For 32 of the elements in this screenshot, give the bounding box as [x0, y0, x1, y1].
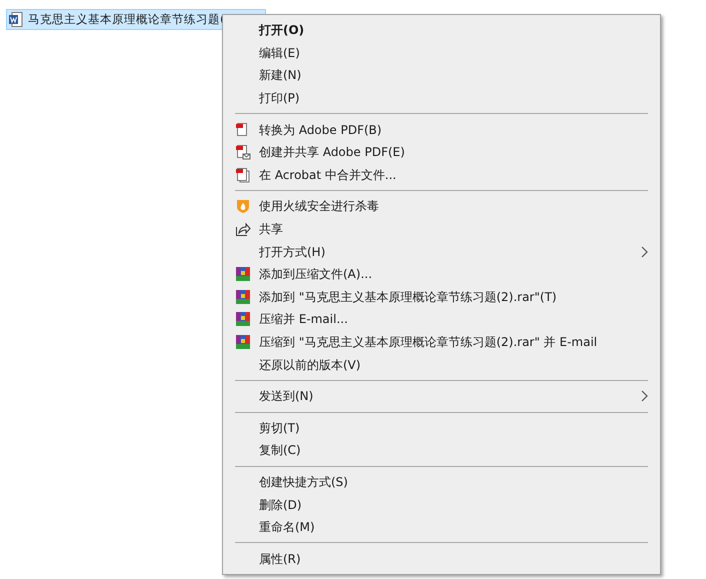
menu-item[interactable]: 打开方式(H) [225, 240, 658, 263]
word-document-icon [9, 12, 23, 27]
menu-item[interactable]: 使用火绒安全进行杀毒 [225, 195, 658, 218]
archive-books-icon [235, 311, 251, 328]
menu-item[interactable]: 压缩到 "马克思主义基本原理概论章节练习题(2).rar" 并 E-mail [225, 330, 658, 354]
menu-item[interactable]: 创建并共享 Adobe PDF(E) [225, 140, 658, 164]
menu-item[interactable]: 新建(N) [225, 64, 658, 87]
archive-books-icon [235, 266, 251, 282]
menu-item[interactable]: 打印(P) [225, 86, 658, 110]
menu-item[interactable]: 添加到 "马克思主义基本原理概论章节练习题(2).rar"(T) [225, 286, 658, 308]
chevron-right-icon [641, 246, 648, 258]
menu-item[interactable]: 复制(C) [225, 439, 658, 462]
menu-item[interactable]: 删除(D) [225, 493, 658, 516]
menu-item[interactable]: 创建快捷方式(S) [225, 470, 658, 494]
archive-books-icon [235, 288, 251, 305]
chevron-right-icon [641, 390, 648, 402]
menu-item[interactable]: 属性(R) [225, 547, 658, 570]
menu-item[interactable]: 重命名(M) [225, 516, 658, 538]
flame-shield-icon [235, 198, 251, 214]
menu-item[interactable]: 在 Acrobat 中合并文件... [225, 164, 658, 186]
pdf-files-icon [235, 166, 251, 183]
menu-item[interactable]: 转换为 Adobe PDF(B) [225, 118, 658, 141]
menu-item[interactable]: 还原以前的版本(V) [225, 353, 658, 376]
menu-item[interactable]: 添加到压缩文件(A)... [225, 262, 658, 286]
menu-item[interactable]: 发送到(N) [225, 384, 658, 408]
pdf-envelope-icon [235, 144, 251, 160]
menu-item[interactable]: 共享 [225, 218, 658, 240]
archive-books-icon [235, 334, 251, 350]
menu-item[interactable]: 编辑(E) [225, 42, 658, 64]
menu-item[interactable]: 压缩并 E-mail... [225, 308, 658, 331]
share-icon [235, 221, 251, 238]
menu-item[interactable]: 剪切(T) [225, 416, 658, 440]
